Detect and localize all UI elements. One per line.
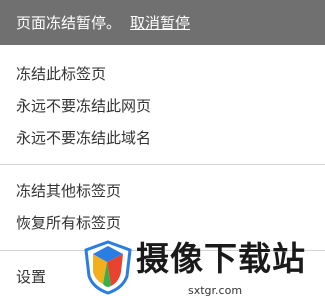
context-menu: 页面冻结暂停。 取消暂停 冻结此标签页 永远不要冻结此网页 永远不要冻结此域名 …	[0, 0, 325, 303]
watermark-logo: 摄像下载站 sxtgr.com	[83, 236, 325, 303]
freeze-paused-banner: 页面冻结暂停。 取消暂停	[0, 0, 325, 45]
watermark-title: 摄像下载站	[136, 239, 306, 278]
menu-item-never-freeze-domain[interactable]: 永远不要冻结此域名	[16, 128, 151, 148]
menu-separator	[0, 164, 325, 165]
menu-item-settings[interactable]: 设置	[16, 267, 46, 287]
paused-message: 页面冻结暂停。	[16, 14, 122, 32]
cancel-pause-link[interactable]: 取消暂停	[130, 12, 190, 33]
menu-item-never-freeze-page[interactable]: 永远不要冻结此网页	[16, 96, 151, 116]
menu-item-freeze-this-tab[interactable]: 冻结此标签页	[16, 64, 106, 84]
watermark-shield-icon	[84, 240, 132, 295]
menu-item-freeze-other-tabs[interactable]: 冻结其他标签页	[16, 181, 121, 201]
menu-item-restore-all-tabs[interactable]: 恢复所有标签页	[16, 213, 121, 233]
watermark-url: sxtgr.com	[188, 284, 243, 297]
